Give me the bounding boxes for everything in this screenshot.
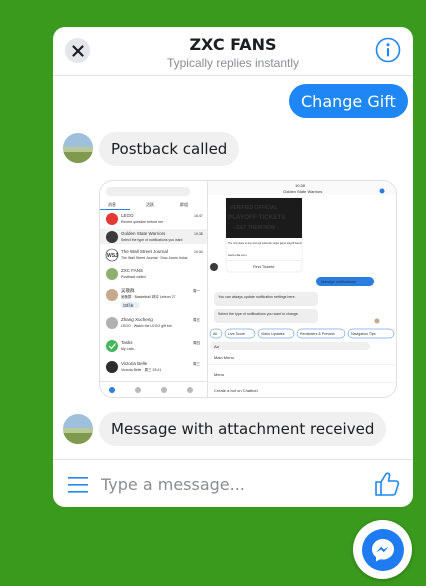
thumbs-up-icon[interactable] [373,470,401,498]
screenshot-ad-caption: The only place to buy and sell authentic… [228,242,303,245]
incoming-message: Postback called [99,132,240,166]
screenshot-list-time: 周一 [193,288,200,293]
svg-text:活跃: 活跃 [146,201,154,207]
screenshot-quick-reply: Live Score [228,332,245,336]
composer [53,459,413,507]
screenshot-menu-title: Main Menu [214,355,234,360]
incoming-message: Message with attachment received [99,412,387,446]
screenshot-list-preview: Recent question before me · [121,220,165,224]
screenshot-ad-button: Find Tickets [253,264,274,269]
screenshot-list-preview: Postback called [121,275,146,279]
screenshot-list-name: ZXC FANS [121,268,143,273]
screenshot-status-time: 10:38 [295,183,306,188]
screenshot-quick-reply: Reminders & Preview [300,332,335,336]
image-attachment[interactable]: 消息 活跃 群组 LEGO Recent question before me … [99,180,397,398]
screenshot-ad-url: www.nba.com [228,253,247,257]
screenshot-quick-reply: All [213,332,217,336]
menu-icon[interactable] [67,474,89,496]
info-icon[interactable] [375,37,401,63]
screenshot-conversation-title: Golden State Warriors [283,189,322,194]
screenshot-composer-placeholder: Aa [214,344,220,349]
screenshot-bot-text-2: Select the type of notifications you wan… [218,312,299,316]
screenshot-list-preview: My Lists [121,347,134,351]
screenshot-list-time: 10:34 [194,250,203,254]
page-title: ZXC FANS [189,35,277,54]
svg-text:消息: 消息 [108,201,116,207]
screenshot-list-time: 周五 [193,317,200,322]
chat-window: ZXC FANS Typically replies instantly Cha… [53,27,413,507]
page-subtitle: Typically replies instantly [166,56,300,70]
screenshot-list-name: Tasks [121,340,133,345]
screenshot-ad-line2: PLAYOFF TICKETS [228,214,286,221]
screenshot-list-name: 吴敬群 [121,287,135,294]
svg-text:WSJ: WSJ [107,253,118,259]
screenshot-footer: Create a bot on Chatfuel [214,388,258,393]
screenshot-list-preview: Victoria Belle · 周三 23:41 [121,367,161,372]
screenshot-list-preview: Select the type of notifications you wan… [121,238,183,242]
screenshot-list-name: Victoria Belle [121,361,148,366]
screenshot-list-preview: 吴敬群 · Basketball 球评 Lebron 27 [121,294,176,299]
screenshot-list-name: Zhang Xucheng [121,317,153,322]
svg-text:群组: 群组 [180,201,188,207]
screenshot-list-time: 10:38 [194,232,203,236]
screenshot-ad-line3: - GET THEM NOW - [233,225,279,231]
screenshot-ad-line1: VERIFIED OFFICIAL [230,205,278,211]
screenshot-accept-label: 加好友 [123,303,134,308]
screenshot-menu-item: Menu [214,372,224,377]
screenshot-list-time: 周三 [193,361,200,366]
screenshot-list-preview: The Wall Street Journal · Dow Jones Indu… [121,256,188,260]
message-input[interactable] [101,470,351,498]
screenshot-list-name: The Wall Street Journal [121,249,168,254]
screenshot-list-name: Golden State Warriors [121,231,166,236]
screenshot-list-time: 16:47 [194,214,203,218]
chat-header: ZXC FANS Typically replies instantly [53,27,413,76]
avatar [63,133,93,163]
screenshot-list-name: LEGO [121,213,134,218]
screenshot-quick-reply: Video Updates [261,332,285,336]
screenshot-manage-label: Manage notifications [321,280,356,284]
screenshot-list-time: 周四 [193,340,200,345]
messenger-launcher-button[interactable] [353,520,412,579]
outgoing-message: Change Gift [289,84,408,118]
screenshot-list-preview: LEGO · Watch the LEGO gift bot [121,324,172,328]
messenger-icon [361,528,404,571]
avatar [63,414,93,444]
screenshot-quick-reply: Navigation Tips [351,332,376,336]
screenshot-bot-text-1: You can always update notification setti… [218,295,296,299]
